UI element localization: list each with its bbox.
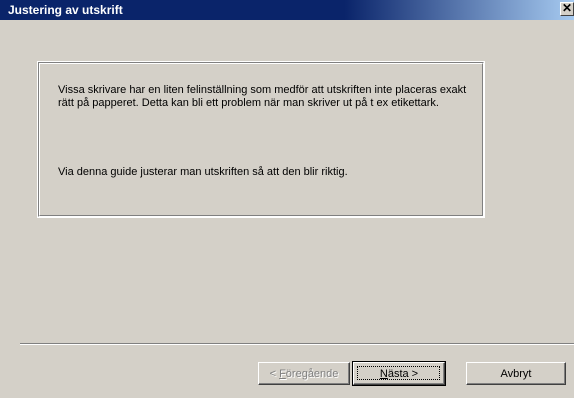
previous-button-prefix: <: [269, 367, 280, 380]
dialog-window: Justering av utskrift ✕ Vissa skrivare h…: [0, 0, 574, 398]
info-paragraph-1: Vissa skrivare har en liten felinställni…: [58, 84, 467, 109]
separator-line: [20, 343, 574, 345]
title-bar[interactable]: Justering av utskrift ✕: [0, 0, 574, 20]
previous-button-label: öregående: [285, 367, 339, 380]
previous-button-accel: F: [279, 367, 286, 380]
info-paragraph-2: Via denna guide justerar man utskriften …: [58, 166, 348, 178]
close-icon: ✕: [561, 1, 573, 15]
cancel-button[interactable]: Avbryt: [466, 362, 566, 385]
next-button[interactable]: Nästa >: [352, 361, 446, 386]
info-box: Vissa skrivare har en liten felinställni…: [37, 61, 485, 218]
focus-rectangle: [357, 366, 440, 380]
window-title: Justering av utskrift: [8, 3, 123, 17]
previous-button[interactable]: < Föregående: [258, 362, 350, 385]
close-button[interactable]: ✕: [560, 2, 574, 16]
info-box-inner: Vissa skrivare har en liten felinställni…: [39, 63, 483, 216]
